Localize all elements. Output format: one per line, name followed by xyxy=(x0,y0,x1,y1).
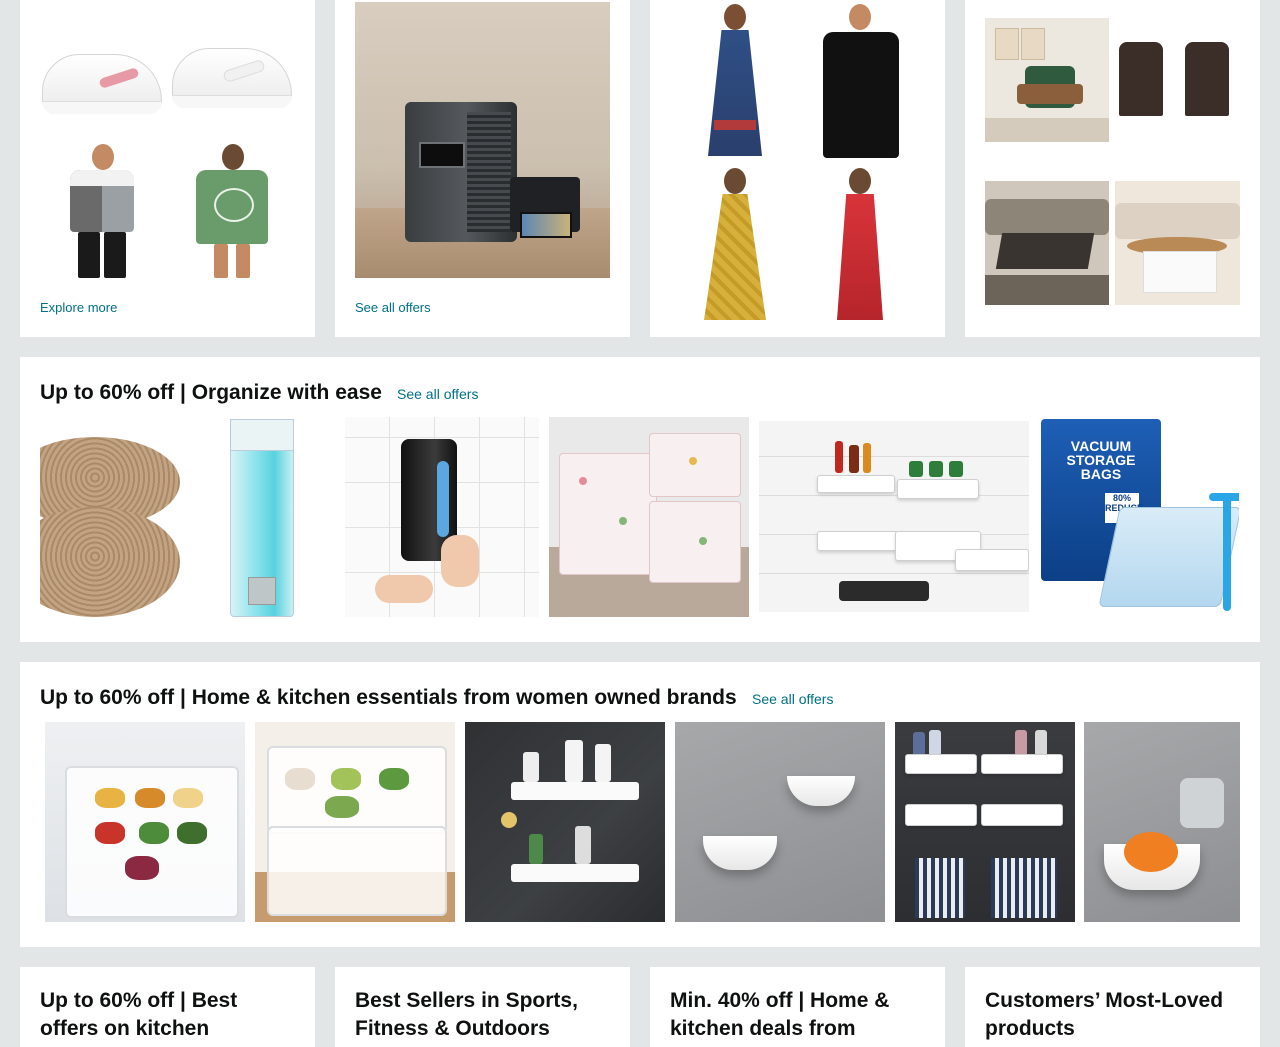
row-organize-title: Up to 60% off | Organize with ease xyxy=(40,381,382,404)
product-image-soap-dish-orange[interactable] xyxy=(1084,722,1240,922)
product-image-fridge-organizer[interactable] xyxy=(45,722,245,922)
card-title-sports: Best Sellers in Sports, Fitness & Outdoo… xyxy=(355,989,578,1040)
product-image-bathroom-shelf-dark[interactable] xyxy=(465,722,665,922)
product-image-vacuum-bags[interactable]: VACUUM STORAGE BAGS 80% REDUCE xyxy=(1039,417,1239,617)
product-image-black-polo[interactable] xyxy=(815,0,905,160)
see-all-offers-link[interactable]: See all offers xyxy=(355,300,431,315)
row-women-owned-title: Up to 60% off | Home & kitchen essential… xyxy=(40,686,737,709)
product-image-sneaker-white[interactable] xyxy=(170,18,295,128)
card-title-home-kitchen-deals: Min. 40% off | Home & kitchen deals from xyxy=(670,989,890,1040)
product-image-plastic-chairs[interactable] xyxy=(1113,18,1240,142)
product-image-green-armchair[interactable] xyxy=(985,18,1109,142)
product-image-men-polo[interactable] xyxy=(40,140,165,280)
card-fashion: Explore more xyxy=(20,0,315,337)
product-image-water-bottle[interactable] xyxy=(180,417,340,617)
product-image-soap-dish-pair[interactable] xyxy=(675,722,885,922)
product-image-power-station[interactable] xyxy=(355,2,610,278)
row-organize-see-all-link[interactable]: See all offers xyxy=(397,386,478,402)
explore-more-link[interactable]: Explore more xyxy=(40,300,117,315)
product-image-bathroom-racks[interactable] xyxy=(895,722,1075,922)
product-image-red-suit[interactable] xyxy=(815,164,905,324)
card-title-most-loved: Customers’ Most-Loved products xyxy=(985,989,1224,1040)
card-furniture xyxy=(965,0,1260,337)
product-image-coffee-table[interactable] xyxy=(985,181,1109,305)
product-image-yellow-anarkali[interactable] xyxy=(690,164,780,324)
product-image-soap-dispenser[interactable] xyxy=(345,417,539,617)
product-image-blue-kurta[interactable] xyxy=(690,0,780,160)
vacuum-bags-text: VACUUM STORAGE BAGS xyxy=(1066,438,1136,482)
product-image-women-graphic-tee[interactable] xyxy=(170,140,295,280)
product-image-extendable-table[interactable] xyxy=(1115,181,1240,305)
product-image-storage-boxes[interactable] xyxy=(549,417,749,617)
row-women-owned: Up to 60% off | Home & kitchen essential… xyxy=(20,662,1260,947)
card-bottom-home-kitchen-deals: Min. 40% off | Home & kitchen deals from xyxy=(650,967,945,1047)
card-ethnic-wear xyxy=(650,0,945,337)
product-image-storage-containers[interactable] xyxy=(255,722,455,922)
card-bottom-most-loved: Customers’ Most-Loved products xyxy=(965,967,1260,1047)
row-organize: Up to 60% off | Organize with ease See a… xyxy=(20,357,1260,642)
row-women-owned-see-all-link[interactable]: See all offers xyxy=(752,691,833,707)
product-image-sneaker-pink[interactable] xyxy=(40,18,165,128)
card-bottom-kitchen-offers: Up to 60% off | Best offers on kitchen xyxy=(20,967,315,1047)
card-electronics: See all offers xyxy=(335,0,630,337)
product-image-wall-shelves[interactable] xyxy=(759,421,1029,612)
card-title-kitchen-offers: Up to 60% off | Best offers on kitchen xyxy=(40,989,238,1040)
product-image-jute-baskets[interactable] xyxy=(40,417,180,617)
card-bottom-sports: Best Sellers in Sports, Fitness & Outdoo… xyxy=(335,967,630,1047)
